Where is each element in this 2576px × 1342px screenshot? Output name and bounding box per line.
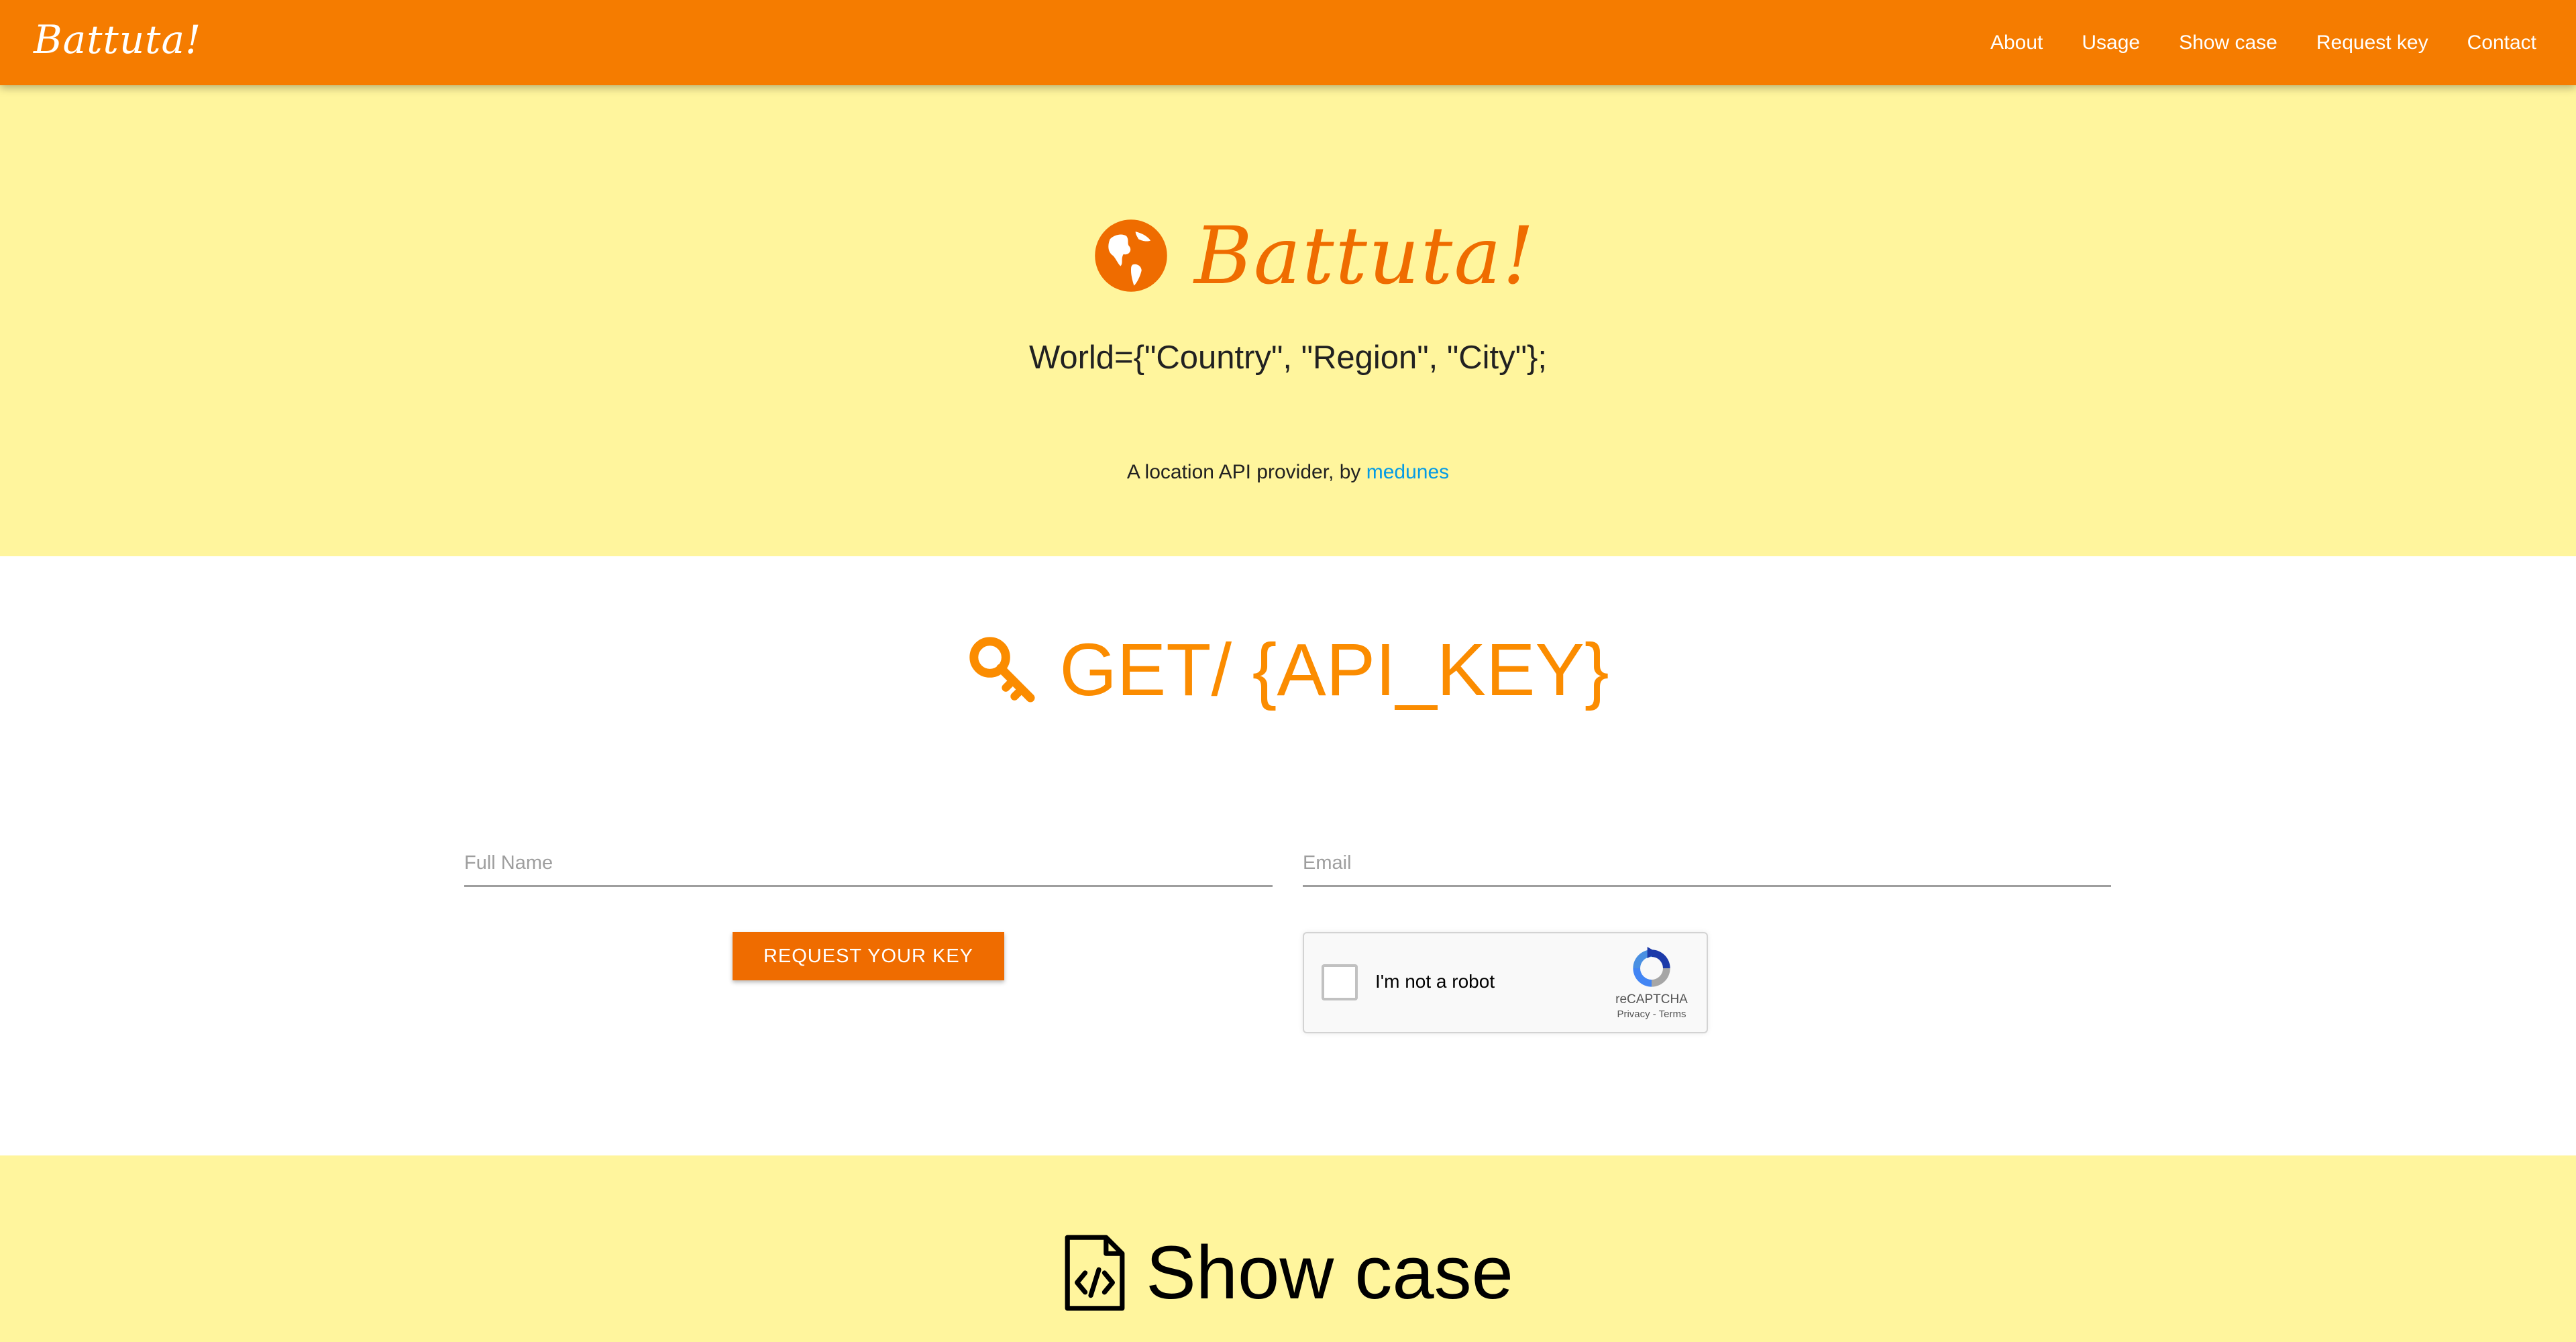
hero-tagline: World={"Country", "Region", "City"}; (1028, 340, 1548, 376)
nav-links: About Usage Show case Request key Contac… (1971, 0, 2556, 85)
globe-icon (1095, 219, 1167, 292)
recaptcha-label: I'm not a robot (1375, 971, 1495, 992)
full-name-field[interactable] (464, 831, 1273, 887)
recaptcha-brand: reCAPTCHA (1615, 992, 1688, 1007)
request-key-heading: GET/ {API_KEY} (0, 630, 2576, 711)
recaptcha-privacy-terms[interactable]: Privacy - Terms (1611, 1009, 1692, 1020)
brand-logo[interactable]: Battuta! (34, 9, 201, 70)
nav-link-contact[interactable]: Contact (2448, 0, 2556, 85)
recaptcha-checkbox[interactable] (1322, 964, 1358, 1000)
recaptcha-icon (1633, 947, 1670, 987)
request-key-button[interactable]: REQUEST YOUR KEY (733, 932, 1004, 980)
showcase-heading: Show case (0, 1233, 2576, 1313)
nav-link-usage[interactable]: Usage (2062, 0, 2159, 85)
nav-link-request-key[interactable]: Request key (2297, 0, 2448, 85)
email-input[interactable] (1303, 852, 2111, 874)
code-file-icon (1065, 1235, 1125, 1311)
nav-link-about[interactable]: About (1971, 0, 2062, 85)
request-key-heading-text: GET/ {API_KEY} (1059, 629, 1609, 711)
hero-section: Battuta! World={"Country", "Region", "Ci… (0, 85, 2576, 556)
hero-logo: Battuta! (1093, 212, 1536, 299)
recaptcha-widget: I'm not a robot reCAPTCHA Privacy - Term… (1303, 932, 1708, 1033)
request-key-section: GET/ {API_KEY} REQUEST YOUR KEY I'm not … (0, 556, 2576, 1155)
nav-link-show-case[interactable]: Show case (2159, 0, 2297, 85)
hero-title: Battuta! (1194, 209, 1536, 302)
hero-subtitle-text: A location API provider, by (1126, 461, 1366, 483)
full-name-input[interactable] (464, 852, 1273, 874)
hero-subtitle: A location API provider, by medunes (0, 461, 2576, 484)
top-navbar: Battuta! About Usage Show case Request k… (0, 0, 2576, 85)
recaptcha-logo: reCAPTCHA Privacy - Terms (1611, 945, 1692, 1020)
key-icon (969, 637, 1035, 703)
email-field[interactable] (1303, 831, 2111, 887)
showcase-section: Show case (0, 1155, 2576, 1342)
showcase-heading-text: Show case (1146, 1231, 1513, 1314)
medunes-link[interactable]: medunes (1366, 461, 1449, 483)
